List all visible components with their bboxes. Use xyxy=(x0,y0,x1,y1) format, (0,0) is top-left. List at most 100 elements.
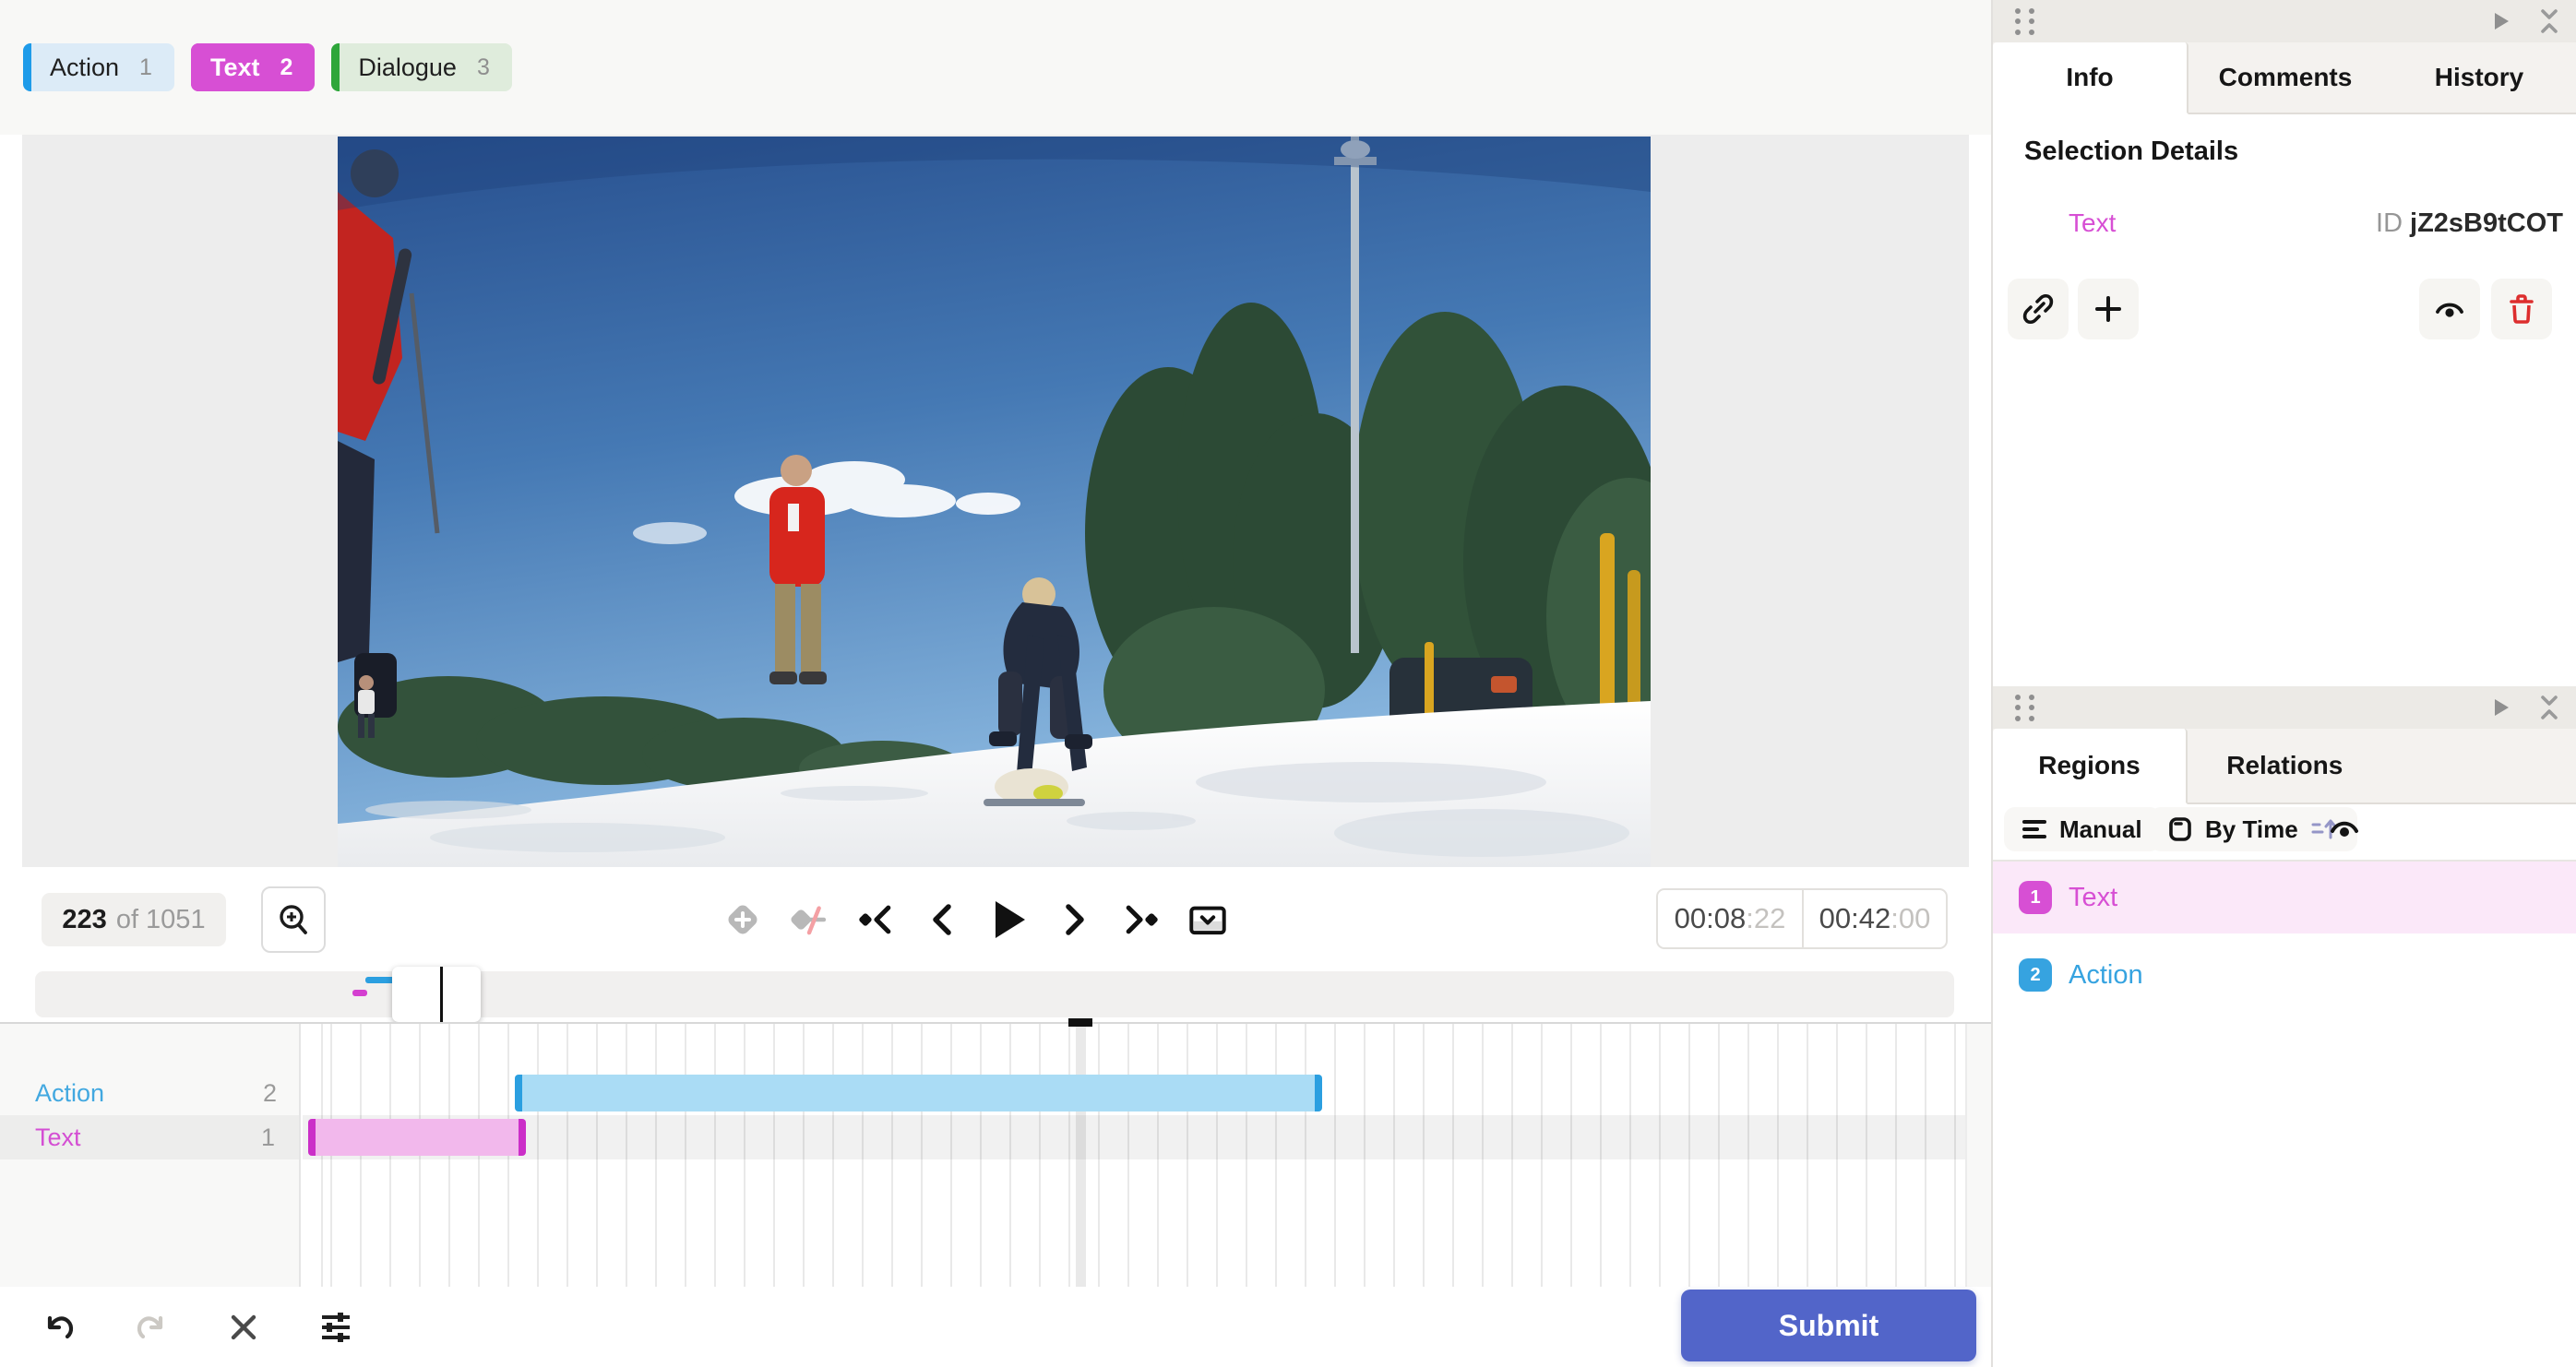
timeline-region-action[interactable] xyxy=(515,1075,1322,1111)
tag-color-bar xyxy=(331,43,340,91)
toggle-all-visibility-button[interactable] xyxy=(2327,814,2362,848)
track-label-text[interactable]: Text 1 xyxy=(0,1115,299,1159)
toggle-timeline-button[interactable] xyxy=(1187,887,1229,952)
detach-panel-button[interactable] xyxy=(2487,692,2515,723)
selection-id: ID jZ2sB9tCOT xyxy=(2376,208,2563,239)
side-panels: Info Comments History Selection Details … xyxy=(1991,0,2576,1367)
submit-button[interactable]: Submit xyxy=(1681,1290,1976,1361)
video-stage xyxy=(22,135,1969,867)
region-index-badge: 1 xyxy=(2019,881,2052,914)
play-triangle-icon xyxy=(2495,13,2509,30)
label-tag-dialogue[interactable]: Dialogue 3 xyxy=(331,43,512,91)
sort-mode-button[interactable]: By Time xyxy=(2150,807,2357,851)
group-manual-icon xyxy=(2022,820,2046,838)
previous-keyframe-button[interactable] xyxy=(854,887,897,952)
minimap-viewport-handle[interactable] xyxy=(392,967,481,1022)
time-display: 00:08:22 00:42:00 xyxy=(1656,888,1948,949)
frame-counter[interactable]: 223 of 1051 xyxy=(42,893,226,946)
playhead-handle[interactable] xyxy=(1068,1018,1092,1027)
collapse-panel-button[interactable] xyxy=(2535,6,2563,37)
collapse-chevrons-icon xyxy=(2541,695,2558,719)
redo-button[interactable] xyxy=(131,1303,172,1351)
regions-tabs: Regions Relations xyxy=(1993,729,2576,804)
delete-region-button[interactable] xyxy=(2491,279,2552,339)
playhead-column[interactable] xyxy=(1076,1024,1086,1289)
drag-handle-icon[interactable] xyxy=(2015,8,2039,36)
timeline: Action 2 Text 1 xyxy=(0,1018,1991,1289)
tag-hotkey: 1 xyxy=(139,53,152,80)
sliders-icon xyxy=(322,1313,350,1342)
tab-relations[interactable]: Relations xyxy=(2188,729,2382,802)
playback-controls xyxy=(722,887,1229,952)
regions-toolbar: Manual By Time xyxy=(1993,804,2576,862)
sort-mode-label: By Time xyxy=(2205,814,2298,843)
id-label: ID xyxy=(2376,208,2403,238)
bottom-action-bar: Submit xyxy=(0,1287,1991,1367)
details-panel-header xyxy=(1993,0,2576,42)
tag-color-bar xyxy=(23,43,31,91)
track-label-action[interactable]: Action 2 xyxy=(0,1071,301,1115)
label-tag-action[interactable]: Action 1 xyxy=(23,43,174,91)
tag-hotkey: 2 xyxy=(280,53,293,80)
add-meta-button[interactable] xyxy=(2078,279,2139,339)
tab-regions[interactable]: Regions xyxy=(1993,729,2188,804)
drag-handle-icon[interactable] xyxy=(2015,695,2039,722)
group-mode-button[interactable]: Manual xyxy=(2004,807,2161,851)
previous-keyframe-icon xyxy=(859,905,891,934)
region-list-item-action[interactable]: 2 Action xyxy=(1993,939,2576,1011)
collapse-panel-button[interactable] xyxy=(2535,692,2563,723)
time-position-main: 00:08 xyxy=(1674,902,1747,934)
timeline-scrollbar[interactable] xyxy=(1965,1024,1991,1289)
reset-button[interactable] xyxy=(223,1303,264,1351)
minimap-playhead xyxy=(440,967,443,1022)
tabs-spacer xyxy=(2382,729,2576,802)
timeline-zoom-button[interactable] xyxy=(261,886,326,953)
region-index-badge: 2 xyxy=(2019,958,2052,992)
play-button[interactable] xyxy=(987,887,1030,952)
details-body: Selection Details Text ID jZ2sB9tCOT xyxy=(1993,114,2576,686)
hide-region-button[interactable] xyxy=(2419,279,2480,339)
tag-color-bar xyxy=(190,43,199,91)
timeline-grid[interactable] xyxy=(303,1018,1965,1289)
sort-by-time-icon xyxy=(2169,817,2191,841)
magnifier-plus-icon xyxy=(280,905,307,934)
create-relation-button[interactable] xyxy=(2008,279,2069,339)
time-duration-main: 00:42 xyxy=(1819,902,1891,934)
tab-info[interactable]: Info xyxy=(1993,42,2188,114)
track-name: Text xyxy=(35,1123,81,1151)
eye-icon xyxy=(2436,303,2463,317)
next-keyframe-button[interactable] xyxy=(1120,887,1163,952)
timeline-region-text[interactable] xyxy=(308,1119,526,1156)
keyframe-add-button[interactable] xyxy=(722,887,764,952)
frame-total: of 1051 xyxy=(115,904,206,934)
region-label: Text xyxy=(2069,882,2118,912)
region-list: 1 Text 2 Action xyxy=(1993,862,2576,1011)
selection-row[interactable]: Text ID jZ2sB9tCOT xyxy=(1993,208,2576,251)
tag-label: Dialogue xyxy=(358,53,457,81)
collapse-chevrons-icon xyxy=(2541,9,2558,33)
selection-details-heading: Selection Details xyxy=(2024,137,2239,166)
tag-hotkey: 3 xyxy=(476,53,490,80)
label-tag-text[interactable]: Text 2 xyxy=(190,43,316,91)
tab-history[interactable]: History xyxy=(2382,42,2576,113)
frame-current: 223 xyxy=(62,904,107,934)
text-track-band xyxy=(303,1115,1965,1159)
undo-button[interactable] xyxy=(39,1303,79,1351)
track-region-count: 1 xyxy=(260,1123,275,1151)
selection-label: Text xyxy=(2069,208,2117,237)
region-list-item-text[interactable]: 1 Text xyxy=(1993,862,2576,933)
timeline-minimap[interactable] xyxy=(35,967,1954,1022)
eye-icon xyxy=(2331,821,2358,837)
next-frame-button[interactable] xyxy=(1054,887,1096,952)
tab-comments[interactable]: Comments xyxy=(2188,42,2382,113)
settings-button[interactable] xyxy=(316,1303,356,1351)
time-position[interactable]: 00:08:22 xyxy=(1658,890,1802,947)
details-panel: Info Comments History Selection Details … xyxy=(1993,0,2576,686)
time-duration-frames: :00 xyxy=(1890,902,1931,934)
detach-panel-button[interactable] xyxy=(2487,6,2515,37)
time-duration[interactable]: 00:42:00 xyxy=(1802,890,1946,947)
link-icon xyxy=(2022,293,2054,325)
previous-frame-button[interactable] xyxy=(921,887,963,952)
keyframe-interpolation-button[interactable] xyxy=(788,887,830,952)
video-frame[interactable] xyxy=(338,137,1651,867)
